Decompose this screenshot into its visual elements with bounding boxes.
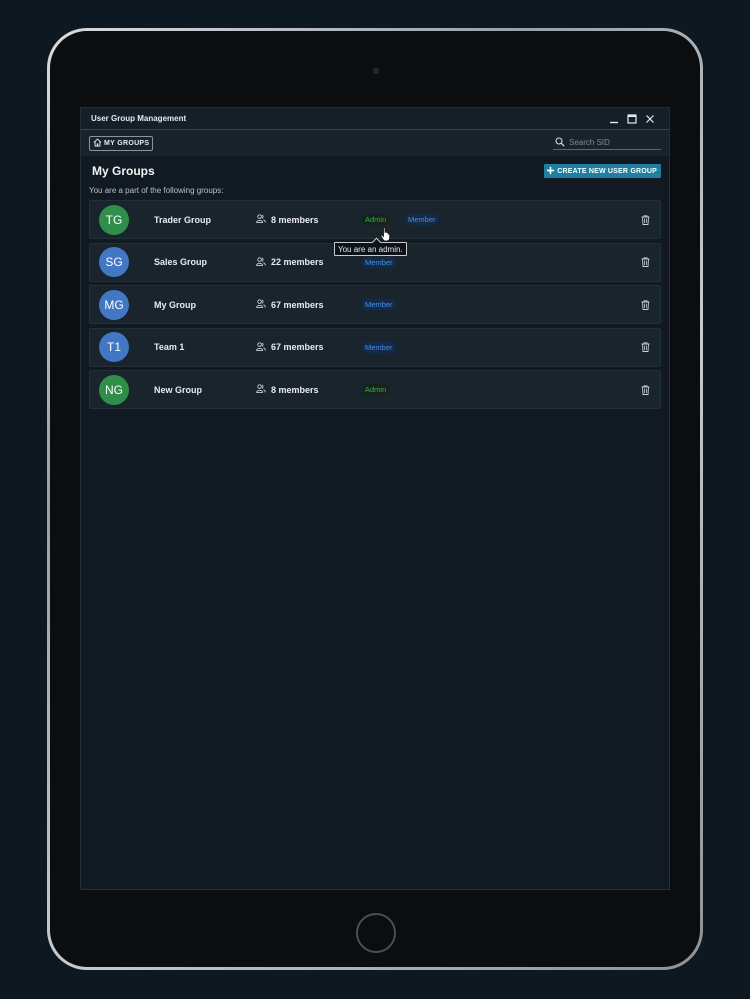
window-title: User Group Management: [91, 114, 187, 123]
member-badge: Member: [362, 299, 396, 310]
members-label: 8 members: [271, 214, 319, 225]
avatar: TG: [99, 204, 129, 235]
group-name: Team 1: [154, 342, 185, 352]
camera-icon: [373, 68, 379, 74]
group-name: Trader Group: [154, 214, 212, 225]
group-name: My Group: [154, 299, 196, 310]
search-icon: [555, 134, 565, 152]
member-badge: Member: [362, 256, 396, 268]
main-content: My Groups CREATE NEW USER GROUP You are …: [81, 164, 669, 409]
member-badge: Member: [405, 214, 439, 225]
trash-icon[interactable]: [639, 384, 651, 396]
members-label: 8 members: [271, 384, 319, 395]
home-button[interactable]: [356, 913, 396, 953]
members-label: 22 members: [271, 257, 324, 267]
people-icon: [256, 214, 266, 225]
group-row[interactable]: MG My Group 67 members Member: [89, 285, 661, 324]
members-count: 67 members: [256, 341, 324, 353]
create-new-user-group-button[interactable]: CREATE NEW USER GROUP: [544, 164, 661, 178]
members-label: 67 members: [271, 342, 324, 352]
group-name: Sales Group: [154, 257, 208, 267]
members-count: 22 members: [256, 256, 324, 268]
tab-my-groups-label: MY GROUPS: [104, 139, 150, 147]
avatar: T1: [99, 332, 129, 362]
members-label: 67 members: [271, 299, 324, 310]
plus-icon: [546, 166, 555, 177]
heading-row: My Groups CREATE NEW USER GROUP: [89, 164, 661, 178]
search-input[interactable]: [569, 138, 659, 147]
admin-badge: Admin: [362, 214, 390, 225]
admin-badge: Admin: [362, 384, 390, 395]
member-badge: Member: [362, 341, 396, 353]
maximize-icon[interactable]: [623, 112, 641, 126]
title-bar: User Group Management: [81, 108, 669, 130]
avatar: MG: [99, 289, 129, 320]
members-count: 8 members: [256, 214, 319, 225]
avatar: NG: [99, 374, 129, 405]
people-icon: [256, 341, 266, 353]
search-box[interactable]: [553, 134, 661, 152]
app-window: User Group Management MY GROUPS My Group…: [80, 107, 670, 890]
avatar: SG: [99, 247, 129, 277]
people-icon: [256, 299, 266, 310]
members-count: 67 members: [256, 299, 324, 310]
page-title: My Groups: [92, 164, 155, 178]
groups-list: TG Trader Group 8 members Admin Member S…: [89, 200, 661, 409]
group-name: New Group: [154, 384, 203, 395]
trash-icon[interactable]: [639, 214, 651, 226]
create-button-label: CREATE NEW USER GROUP: [557, 167, 657, 175]
trash-icon[interactable]: [639, 256, 651, 268]
people-icon: [256, 384, 266, 395]
people-icon: [256, 256, 266, 268]
members-count: 8 members: [256, 384, 319, 395]
group-row[interactable]: TG Trader Group 8 members Admin Member: [89, 200, 661, 239]
admin-tooltip: You are an admin.: [334, 242, 407, 256]
tab-my-groups[interactable]: MY GROUPS: [89, 135, 154, 151]
close-icon[interactable]: [641, 112, 659, 126]
trash-icon[interactable]: [639, 299, 651, 311]
trash-icon[interactable]: [639, 341, 651, 353]
group-row[interactable]: NG New Group 8 members Admin: [89, 370, 661, 409]
groups-subtitle: You are a part of the following groups:: [89, 186, 224, 195]
hand-cursor-icon: [380, 227, 392, 247]
home-icon: [93, 137, 102, 149]
group-row[interactable]: T1 Team 1 67 members Member: [89, 327, 661, 367]
toolbar: MY GROUPS: [81, 130, 669, 156]
minimize-icon[interactable]: [605, 112, 623, 126]
